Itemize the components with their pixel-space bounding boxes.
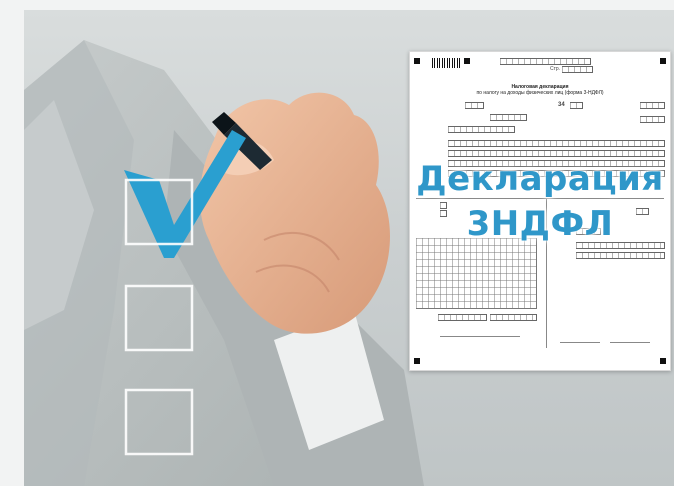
overlay-title-line2: 3НДФЛ bbox=[466, 204, 614, 244]
corner-mark-icon bbox=[414, 358, 420, 364]
tax-declaration-form: Стр. Налоговая декларация по налогу на д… bbox=[409, 51, 671, 371]
page-cells bbox=[562, 66, 593, 73]
page-marker: Стр. bbox=[550, 66, 561, 72]
corner-mark-icon bbox=[414, 58, 420, 64]
corner-mark-icon bbox=[660, 58, 666, 64]
form-subtitle: по налогу на доходы физических лиц (форм… bbox=[476, 90, 604, 96]
period-code: 34 bbox=[558, 102, 565, 108]
overlay-title-line1: Декларация bbox=[416, 159, 664, 199]
inn-cells bbox=[500, 58, 591, 65]
form-grid-left bbox=[416, 238, 537, 309]
corner-mark-icon bbox=[464, 58, 470, 64]
barcode-icon bbox=[432, 58, 460, 68]
corner-mark-icon bbox=[660, 358, 666, 364]
